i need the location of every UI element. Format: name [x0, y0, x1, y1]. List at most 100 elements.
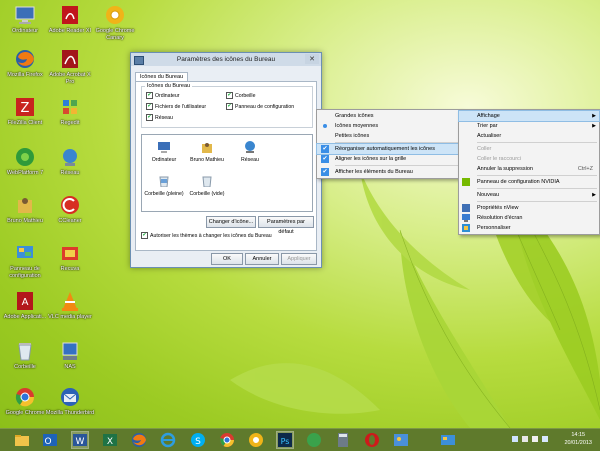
desktop-icon-google-chrome[interactable]: Google Chrome: [0, 386, 50, 417]
desktop-icon-webplatform[interactable]: WebPlatform 7: [0, 146, 50, 177]
desktop-icon-acrobat-pro[interactable]: Adobe Acrobat X Pro: [45, 48, 95, 85]
desktop-icon-adobe-reader[interactable]: Adobe Reader XI: [45, 4, 95, 35]
clock[interactable]: 14:15 20/01/2013: [564, 431, 592, 447]
menu-item-grandes-icones[interactable]: Grandes icônes: [317, 111, 461, 121]
desktop-icon-panneau[interactable]: Panneau de configuration: [0, 242, 50, 279]
paint-icon[interactable]: [393, 432, 409, 448]
checkbox-label: Panneau de configuration: [235, 103, 295, 110]
icon-item-reseau[interactable]: Réseau: [230, 141, 270, 163]
menu-item-nvidia[interactable]: Panneau de configuration NVIDIA: [459, 177, 599, 187]
network-tray-icon[interactable]: [522, 436, 528, 442]
checkbox-ordinateur[interactable]: ✔ Ordinateur: [146, 92, 180, 99]
menu-item-annuler-suppression[interactable]: Annuler la suppression Ctrl+Z: [459, 164, 599, 174]
menu-item-reorganiser-auto[interactable]: ✔ Réorganiser automatiquement les icônes: [316, 143, 462, 155]
menu-item-actualiser[interactable]: Actualiser: [459, 131, 599, 141]
menu-item-nview[interactable]: Propriétés nView: [459, 203, 599, 213]
explorer-icon[interactable]: [14, 432, 30, 448]
menu-item-coller[interactable]: Coller: [459, 144, 599, 154]
skype-icon[interactable]: S: [190, 432, 206, 448]
close-button[interactable]: ✕: [305, 54, 319, 64]
chrome-icon[interactable]: [219, 432, 235, 448]
menu-item-affichage[interactable]: Affichage ▶: [458, 110, 600, 122]
checkbox-box[interactable]: ✔: [146, 92, 153, 99]
menu-item-personnaliser[interactable]: Personnaliser: [459, 223, 599, 233]
desktop-icon-corbeille[interactable]: Corbeille: [0, 340, 50, 371]
checkbox-box[interactable]: ✔: [226, 92, 233, 99]
desktop-icon-reseau[interactable]: Réseau: [45, 146, 95, 177]
change-icon-button[interactable]: Changer d'icône...: [206, 216, 256, 228]
icon-list[interactable]: Ordinateur Bruno Mathieu Réseau Corbeill…: [141, 134, 313, 212]
icon-item-label: Corbeille (pleine): [144, 191, 184, 197]
keyboard-icon[interactable]: [542, 436, 548, 442]
tab-panel: Icônes du Bureau ✔ Ordinateur ✔ Fichiers d…: [135, 81, 317, 251]
outlook-icon[interactable]: O: [42, 432, 58, 448]
chrome-canary-icon[interactable]: [248, 432, 264, 448]
menu-item-petites-icones[interactable]: Petites icônes: [317, 131, 461, 141]
dialog-titlebar[interactable]: Paramètres des icônes du Bureau ✕: [131, 53, 321, 66]
menu-item-resolution[interactable]: Résolution d'écran: [459, 213, 599, 223]
desktop-context-menu[interactable]: Affichage ▶ Trier par ▶ Actualiser Coller …: [458, 109, 600, 235]
view-submenu[interactable]: Grandes icônes Icônes moyennes Petites i…: [316, 109, 462, 179]
svg-text:W: W: [76, 437, 85, 447]
desktop-icon-settings-dialog[interactable]: Paramètres des icônes du Bureau ✕ Icônes…: [130, 52, 322, 268]
checkbox-corbeille[interactable]: ✔ Corbeille: [226, 92, 255, 99]
computer-icon: [15, 6, 35, 24]
checkbox-allow-themes[interactable]: ✔ Autoriser les thèmes à changer les icôn…: [141, 232, 272, 239]
checkbox-panneau-configuration[interactable]: ✔ Panneau de configuration: [226, 103, 294, 110]
desktop-icon-firefox[interactable]: Mozilla Firefox: [0, 48, 50, 79]
recycle-bin-full-icon: [159, 176, 169, 188]
checkbox-box[interactable]: ✔: [226, 103, 233, 110]
taskbar[interactable]: O W X S Ps 14:15 20/01/2013: [0, 428, 600, 451]
checkbox-box[interactable]: ✔: [141, 232, 148, 239]
control-panel-icon[interactable]: [440, 432, 456, 448]
desktop-icon-ordinateur[interactable]: Ordinateur: [0, 4, 50, 35]
desktop[interactable]: Ordinateur Mozilla Firefox Z FileZilla C…: [0, 0, 600, 428]
submenu-arrow-icon: ▶: [592, 192, 596, 198]
clock-date: 20/01/2013: [564, 440, 592, 446]
action-center-icon[interactable]: [512, 436, 518, 442]
menu-item-icones-moyennes[interactable]: Icônes moyennes: [317, 121, 461, 131]
desktop-icon-recuva[interactable]: Recuva: [45, 242, 95, 273]
desktop-icon-ccleaner[interactable]: CCleaner: [45, 194, 95, 225]
icon-item-bruno[interactable]: Bruno Mathieu: [187, 141, 227, 163]
desktop-icon-vlc[interactable]: VLC media player: [45, 290, 95, 321]
menu-item-nouveau[interactable]: Nouveau ▶: [459, 190, 599, 200]
default-button[interactable]: Paramètres par défaut: [258, 216, 314, 235]
svg-text:A: A: [22, 297, 29, 308]
icon-item-corbeille-pleine[interactable]: Corbeille (pleine): [144, 175, 184, 197]
lync-icon[interactable]: [306, 432, 322, 448]
icon-item-corbeille-vide[interactable]: Corbeille (vide): [187, 175, 227, 197]
menu-item-coller-raccourci[interactable]: Coller le raccourci: [459, 154, 599, 164]
checkbox-box[interactable]: ✔: [146, 114, 153, 121]
checkbox-reseau[interactable]: ✔ Réseau: [146, 114, 173, 121]
menu-item-trier-par[interactable]: Trier par ▶: [459, 121, 599, 131]
desktop-icon-regedit[interactable]: Regedit: [45, 96, 95, 127]
firefox-icon[interactable]: [131, 432, 147, 448]
check-icon: ✔: [321, 155, 329, 163]
menu-item-aligner-grille[interactable]: ✔ Aligner les icônes sur la grille: [317, 154, 461, 164]
desktop-icon-thunderbird[interactable]: Mozilla Thunderbird: [45, 386, 95, 417]
desktop-icon-bruno[interactable]: Bruno Mathieu: [0, 194, 50, 225]
radio-dot-icon: [323, 124, 327, 128]
calculator-icon[interactable]: [335, 432, 351, 448]
apply-button[interactable]: Appliquer: [281, 253, 317, 265]
desktop-icon-nas[interactable]: NAS: [45, 340, 95, 371]
checkbox-label: Corbeille: [235, 92, 256, 99]
cancel-button[interactable]: Annuler: [245, 253, 279, 265]
excel-icon[interactable]: X: [102, 432, 118, 448]
tab-icones-du-bureau[interactable]: Icônes du Bureau: [135, 72, 189, 81]
checkbox-fichiers-utilisateur[interactable]: ✔ Fichiers de l'utilisateur: [146, 103, 206, 110]
menu-item-afficher-elements[interactable]: ✔ Afficher les éléments du Bureau: [317, 167, 461, 177]
icon-item-ordinateur[interactable]: Ordinateur: [144, 141, 184, 163]
desktop-icons-group: Icônes du Bureau ✔ Ordinateur ✔ Fichiers d…: [141, 83, 313, 128]
desktop-icon-adobe-app[interactable]: A Adobe Applicati...: [0, 290, 50, 321]
ok-button[interactable]: OK: [211, 253, 243, 265]
checkbox-box[interactable]: ✔: [146, 103, 153, 110]
photoshop-icon[interactable]: Ps: [276, 431, 294, 449]
ie-icon[interactable]: [160, 432, 176, 448]
word-icon[interactable]: W: [71, 431, 89, 449]
desktop-icon-chrome-canary[interactable]: Google Chrome Canary: [90, 4, 140, 41]
opera-icon[interactable]: [364, 432, 380, 448]
volume-icon[interactable]: [532, 436, 538, 442]
desktop-icon-filezilla[interactable]: Z FileZilla Client: [0, 96, 50, 127]
